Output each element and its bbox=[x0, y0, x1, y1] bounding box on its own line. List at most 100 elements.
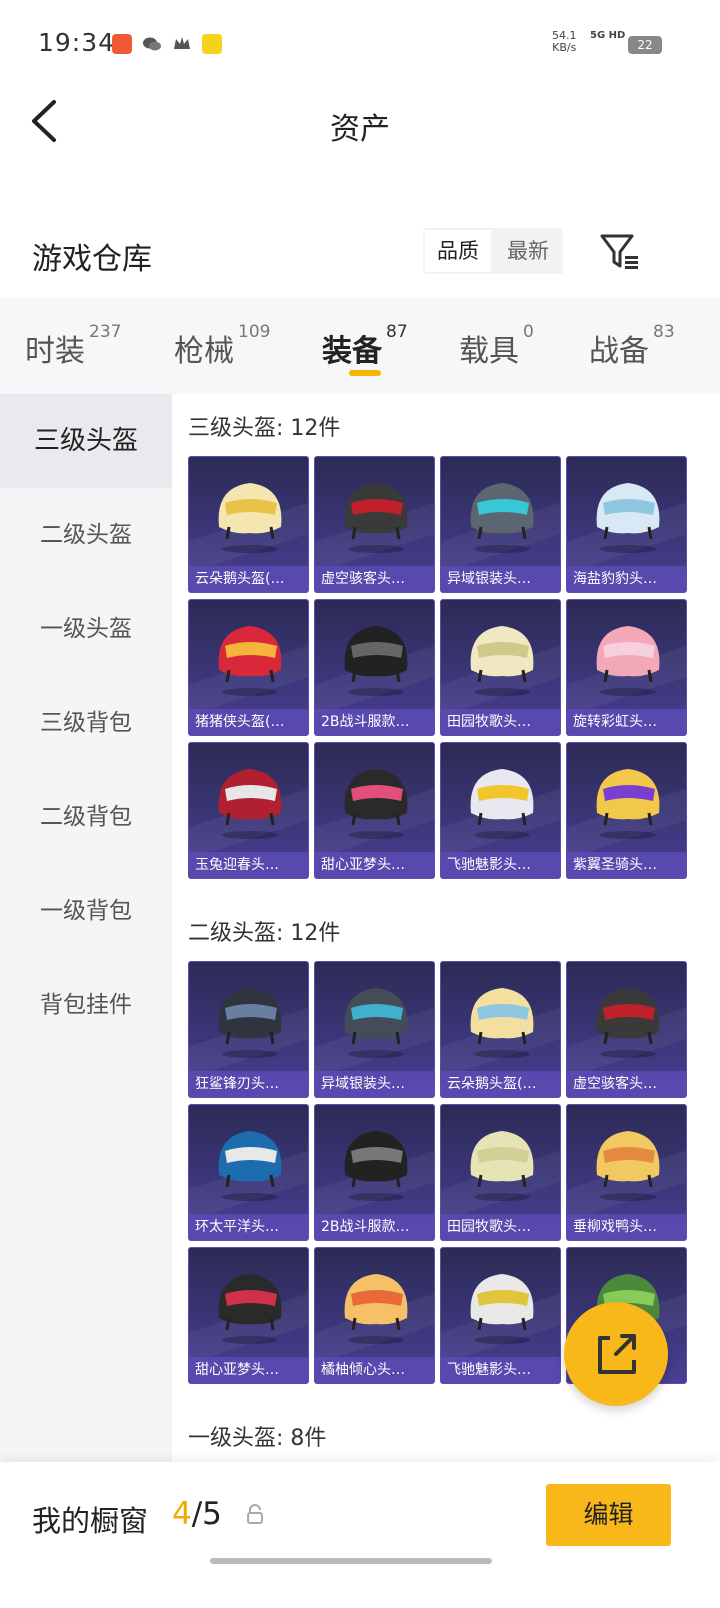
item-card-label: 飞驰魅影头… bbox=[441, 852, 560, 878]
helmet-icon bbox=[218, 483, 282, 553]
item-card[interactable]: 海盐豹豹头… bbox=[566, 456, 687, 593]
app-notification-icon bbox=[112, 34, 132, 54]
item-card[interactable]: 垂柳戏鸭头… bbox=[566, 1104, 687, 1241]
item-card[interactable]: 飞驰魅影头… bbox=[440, 742, 561, 879]
tab-supplies[interactable]: 战备83 bbox=[589, 322, 675, 370]
helmet-icon bbox=[218, 1274, 282, 1344]
helmet-icon bbox=[470, 769, 534, 839]
item-card-label: 旋转彩虹头… bbox=[567, 709, 686, 735]
item-card[interactable]: 旋转彩虹头… bbox=[566, 599, 687, 736]
item-card-label: 2B战斗服款… bbox=[315, 709, 434, 735]
helmet-icon bbox=[470, 626, 534, 696]
helmet-icon bbox=[344, 988, 408, 1058]
item-card-label: 海盐豹豹头… bbox=[567, 566, 686, 592]
tab-equipment[interactable]: 装备87 bbox=[322, 322, 408, 370]
share-button[interactable] bbox=[564, 1302, 668, 1406]
page-title: 资产 bbox=[330, 112, 390, 147]
status-time: 19:34 bbox=[38, 28, 116, 57]
item-card[interactable]: 环太平洋头… bbox=[188, 1104, 309, 1241]
item-card[interactable]: 2B战斗服款… bbox=[314, 599, 435, 736]
item-card-label: 橘柚倾心头… bbox=[315, 1357, 434, 1383]
tab-vehicles[interactable]: 载具0 bbox=[459, 322, 534, 370]
item-card-label: 异域银装头… bbox=[441, 566, 560, 592]
item-card-label: 环太平洋头… bbox=[189, 1214, 308, 1240]
item-card[interactable]: 猪猪侠头盔(… bbox=[188, 599, 309, 736]
active-tab-indicator bbox=[349, 370, 381, 376]
helmet-icon bbox=[470, 988, 534, 1058]
item-card-label: 2B战斗服款… bbox=[315, 1214, 434, 1240]
item-card[interactable]: 田园牧歌头… bbox=[440, 1104, 561, 1241]
sidebar: 三级头盔 二级头盔 一级头盔 三级背包 二级背包 一级背包 背包挂件 bbox=[0, 394, 172, 1464]
helmet-icon bbox=[218, 988, 282, 1058]
helmet-icon bbox=[344, 1131, 408, 1201]
filter-icon bbox=[600, 234, 638, 269]
showcase-bar: 我的橱窗 4/5 编辑 bbox=[0, 1462, 720, 1608]
item-card[interactable]: 紫翼圣骑头… bbox=[566, 742, 687, 879]
item-card-label: 田园牧歌头… bbox=[441, 709, 560, 735]
item-card[interactable]: 橘柚倾心头… bbox=[314, 1247, 435, 1384]
item-card[interactable]: 飞驰魅影头… bbox=[440, 1247, 561, 1384]
item-card[interactable]: 虚空骇客头… bbox=[314, 456, 435, 593]
item-card-label: 甜心亚梦头… bbox=[189, 1357, 308, 1383]
item-card-label: 玉兔迎春头… bbox=[189, 852, 308, 878]
showcase-label: 我的橱窗 bbox=[32, 1504, 149, 1538]
sidebar-item-level3-helmet[interactable]: 三级头盔 bbox=[0, 394, 172, 488]
game-app-icon bbox=[202, 34, 222, 54]
item-card[interactable]: 田园牧歌头… bbox=[440, 599, 561, 736]
item-card[interactable]: 云朵鹅头盔(… bbox=[440, 961, 561, 1098]
sidebar-item-level2-helmet[interactable]: 二级头盔 bbox=[0, 488, 172, 582]
item-card[interactable]: 虚空骇客头… bbox=[566, 961, 687, 1098]
item-card-label: 异域银装头… bbox=[315, 1071, 434, 1097]
warehouse-title: 游戏仓库 bbox=[32, 242, 152, 277]
showcase-count: 4/5 bbox=[172, 1496, 222, 1532]
sidebar-item-level1-helmet[interactable]: 一级头盔 bbox=[0, 582, 172, 676]
group-title: 二级头盔: 12件 bbox=[188, 921, 341, 946]
item-card[interactable]: 异域银装头… bbox=[440, 456, 561, 593]
item-card-label: 田园牧歌头… bbox=[441, 1214, 560, 1240]
item-card[interactable]: 云朵鹅头盔(… bbox=[188, 456, 309, 593]
filter-button[interactable] bbox=[598, 232, 642, 272]
helmet-icon bbox=[596, 769, 660, 839]
helmet-icon bbox=[218, 1131, 282, 1201]
item-card[interactable]: 甜心亚梦头… bbox=[314, 742, 435, 879]
helmet-icon bbox=[344, 626, 408, 696]
item-card-label: 云朵鹅头盔(… bbox=[441, 1071, 560, 1097]
helmet-icon bbox=[344, 1274, 408, 1344]
group-title: 一级头盔: 8件 bbox=[188, 1426, 327, 1451]
helmet-icon bbox=[344, 769, 408, 839]
sort-toggle: 品质 最新 bbox=[423, 228, 563, 274]
item-card[interactable]: 2B战斗服款… bbox=[314, 1104, 435, 1241]
item-card-label: 虚空骇客头… bbox=[567, 1071, 686, 1097]
wechat-icon bbox=[142, 34, 162, 54]
tab-fashion[interactable]: 时装237 bbox=[25, 322, 121, 370]
category-tabs: 时装237 枪械109 装备87 载具0 战备83 bbox=[0, 298, 720, 394]
crown-icon bbox=[172, 34, 192, 54]
sidebar-item-level1-backpack[interactable]: 一级背包 bbox=[0, 864, 172, 958]
sidebar-item-level2-backpack[interactable]: 二级背包 bbox=[0, 770, 172, 864]
helmet-icon bbox=[596, 1131, 660, 1201]
signal-indicator: 5G HD bbox=[590, 30, 626, 41]
net-speed: 54.1 KB/s bbox=[552, 29, 577, 54]
status-bar: 19:34 54.1 KB/s 5G HD 22 bbox=[0, 0, 720, 88]
sort-quality-button[interactable]: 品质 bbox=[425, 230, 491, 272]
sort-newest-button[interactable]: 最新 bbox=[495, 230, 561, 272]
item-card[interactable]: 异域银装头… bbox=[314, 961, 435, 1098]
helmet-icon bbox=[596, 988, 660, 1058]
helmet-icon bbox=[470, 1274, 534, 1344]
item-card-label: 狂鲨锋刃头… bbox=[189, 1071, 308, 1097]
tab-weapons[interactable]: 枪械109 bbox=[174, 322, 270, 370]
helmet-icon bbox=[596, 483, 660, 553]
item-card[interactable]: 玉兔迎春头… bbox=[188, 742, 309, 879]
sidebar-item-level3-backpack[interactable]: 三级背包 bbox=[0, 676, 172, 770]
item-card[interactable]: 狂鲨锋刃头… bbox=[188, 961, 309, 1098]
battery-indicator: 22 bbox=[628, 36, 662, 54]
helmet-icon bbox=[344, 483, 408, 553]
item-card[interactable]: 甜心亚梦头… bbox=[188, 1247, 309, 1384]
lock-icon bbox=[247, 1504, 263, 1524]
item-card-label: 云朵鹅头盔(… bbox=[189, 566, 308, 592]
app-root: 19:34 54.1 KB/s 5G HD 22 资产 游戏仓库 品质 最新 时装… bbox=[0, 0, 720, 1608]
sidebar-item-backpack-charm[interactable]: 背包挂件 bbox=[0, 958, 172, 1052]
item-card-label: 虚空骇客头… bbox=[315, 566, 434, 592]
item-card-label: 垂柳戏鸭头… bbox=[567, 1214, 686, 1240]
edit-button[interactable]: 编辑 bbox=[546, 1484, 671, 1546]
